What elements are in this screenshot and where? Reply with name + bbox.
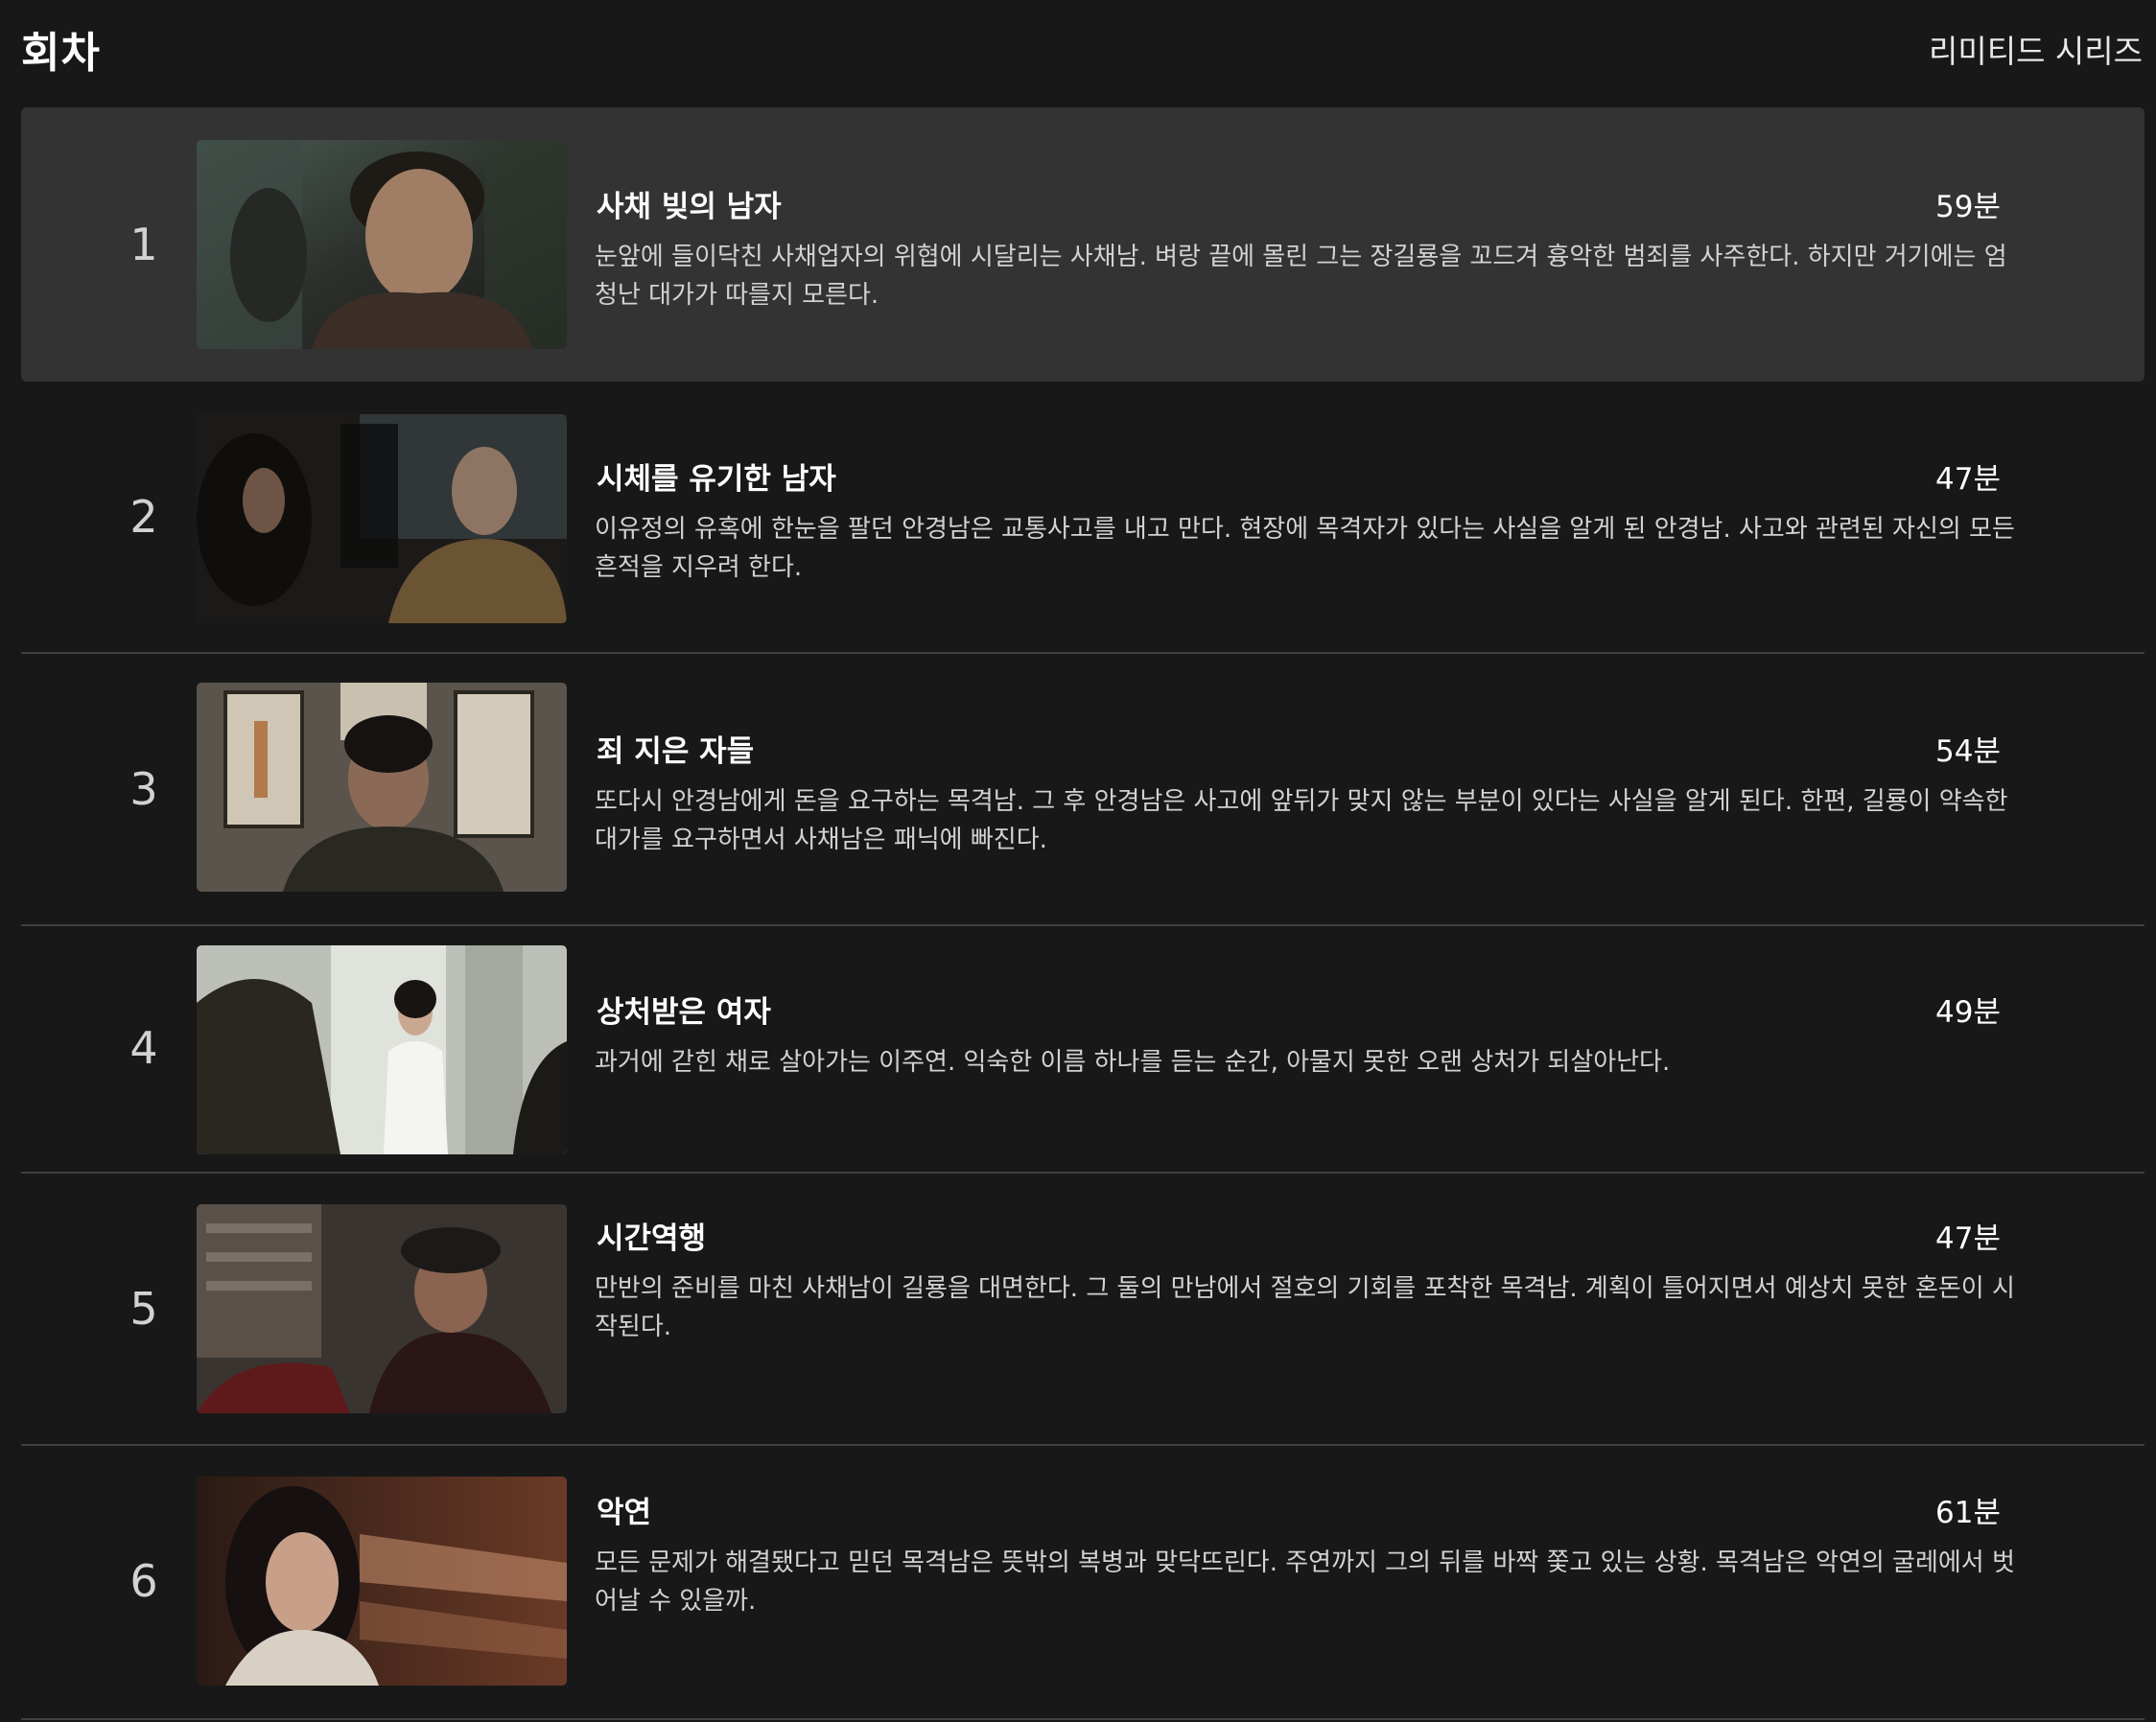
thumbnail-image (197, 414, 567, 623)
series-type-label: 리미티드 시리즈 (1928, 33, 2143, 70)
episode-thumbnail[interactable] (197, 1204, 567, 1413)
section-title: 회차 (21, 29, 101, 78)
episode-number: 1 (129, 219, 158, 270)
episode-item-1[interactable]: 1 사채 빚의 남자 59분 눈앞에 들이닥친 사채업자의 위협에 시달리는 사… (21, 107, 2144, 382)
episode-duration: 47분 (1935, 1222, 2001, 1256)
episodes-header: 회차 리미티드 시리즈 (21, 15, 2143, 82)
episode-duration: 47분 (1935, 462, 2001, 497)
thumbnail-image (197, 1204, 567, 1413)
thumbnail-image (197, 140, 567, 349)
episode-duration: 61분 (1935, 1496, 2001, 1530)
episode-synopsis: 과거에 갇힌 채로 살아가는 이주연. 익숙한 이름 하나를 듣는 순간, 아물… (595, 1048, 1671, 1077)
episode-thumbnail[interactable] (197, 1477, 567, 1686)
episode-number: 4 (129, 1022, 158, 1074)
episode-thumbnail[interactable] (197, 945, 567, 1154)
episode-duration: 59분 (1935, 190, 2001, 224)
episode-thumbnail[interactable] (197, 414, 567, 623)
episode-title: 사채 빚의 남자 (597, 190, 782, 224)
episode-item-2[interactable]: 2 시체를 유기한 남자 47분 이유정의 유혹에 한눈을 팔던 안경남은 교통… (21, 382, 2144, 654)
episode-title: 악연 (597, 1496, 652, 1530)
episode-duration: 49분 (1935, 995, 2001, 1030)
thumbnail-image (197, 683, 567, 892)
episode-list: 1 사채 빚의 남자 59분 눈앞에 들이닥친 사채업자의 위협에 시달리는 사… (21, 107, 2144, 1720)
episode-number: 6 (129, 1555, 158, 1607)
episode-title: 죄 지은 자들 (597, 734, 755, 769)
episode-duration: 54분 (1935, 734, 2001, 769)
episode-thumbnail[interactable] (197, 140, 567, 349)
episode-number: 2 (129, 491, 158, 543)
episode-synopsis: 모든 문제가 해결됐다고 믿던 목격남은 뜻밖의 복병과 맞닥뜨린다. 주연까지… (595, 1548, 2015, 1616)
episode-title: 시간역행 (597, 1222, 707, 1256)
episode-synopsis: 또다시 안경남에게 돈을 요구하는 목격남. 그 후 안경남은 사고에 앞뒤가 … (595, 787, 2008, 854)
episode-item-5[interactable]: 5 시간역행 47분 만반의 준비를 마친 사채남이 길룡을 대면한다. 그 둘… (21, 1174, 2144, 1446)
episode-item-6[interactable]: 6 악연 61분 모든 문제가 해결됐다고 믿던 목격남은 뜻밖의 복병과 맞닥… (21, 1446, 2144, 1720)
thumbnail-image (197, 945, 567, 1154)
episode-item-4[interactable]: 4 상처받은 여자 49분 과거에 갇힌 채로 살아가는 이주연. 익숙한 이름… (21, 926, 2144, 1174)
episode-synopsis: 눈앞에 들이닥친 사채업자의 위협에 시달리는 사채남. 벼랑 끝에 몰린 그는… (595, 243, 2007, 310)
episode-synopsis: 만반의 준비를 마친 사채남이 길룡을 대면한다. 그 둘의 만남에서 절호의 … (595, 1274, 2015, 1341)
episode-number: 3 (129, 763, 158, 815)
thumbnail-image (197, 1477, 567, 1686)
episode-synopsis: 이유정의 유혹에 한눈을 팔던 안경남은 교통사고를 내고 만다. 현장에 목격… (595, 515, 2015, 582)
episode-number: 5 (129, 1283, 158, 1335)
episode-title: 상처받은 여자 (597, 995, 771, 1030)
episode-title: 시체를 유기한 남자 (597, 462, 836, 497)
episode-item-3[interactable]: 3 죄 지은 자들 54분 또다시 안경남에게 돈을 요구하는 목격남. 그 후… (21, 654, 2144, 926)
episode-thumbnail[interactable] (197, 683, 567, 892)
